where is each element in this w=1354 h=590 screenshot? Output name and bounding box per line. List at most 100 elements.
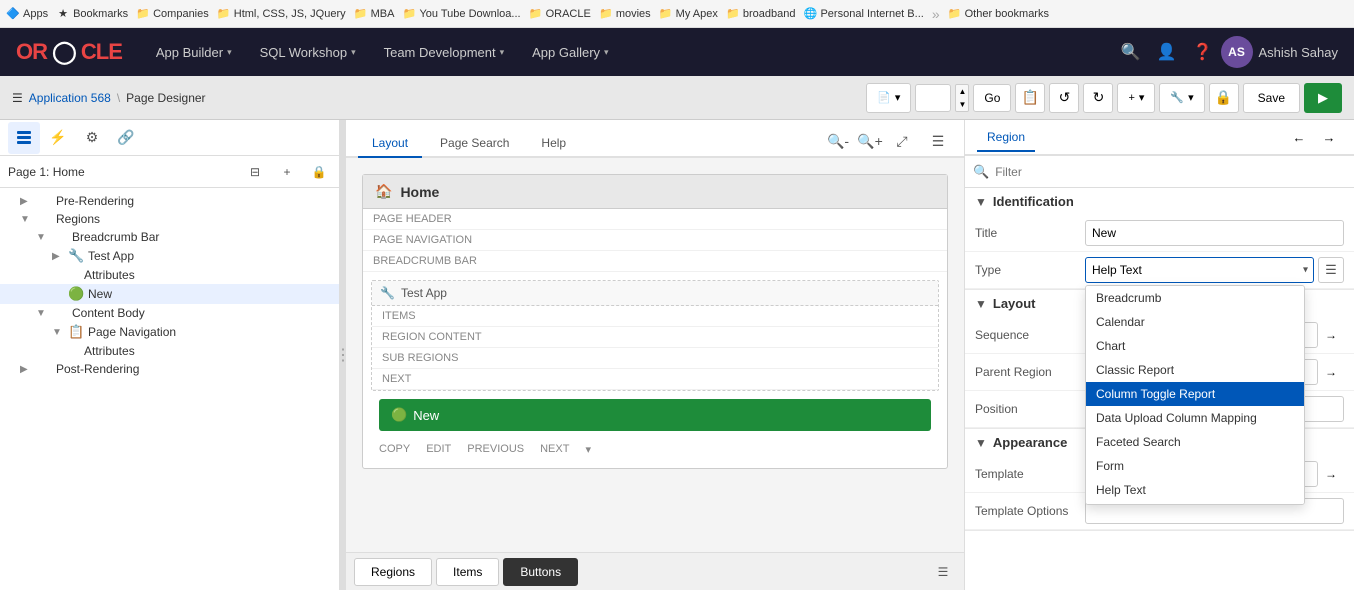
utilities-button[interactable]: 🔧 ▾ <box>1159 83 1204 113</box>
nav-app-gallery[interactable]: App Gallery ▾ <box>518 28 622 76</box>
expand-button[interactable]: ⤢ <box>888 128 916 154</box>
tab-processing[interactable]: ⚙ <box>76 122 108 154</box>
help-button[interactable]: ❓ <box>1185 34 1221 70</box>
add-item-button[interactable]: + <box>275 160 299 184</box>
more-actions[interactable]: ▾ <box>585 443 591 456</box>
tree-item-test-app[interactable]: ▶ 🔧 Test App <box>0 246 339 266</box>
app-link[interactable]: Application 568 <box>29 91 111 105</box>
component-settings-button[interactable]: 🔒 <box>307 160 331 184</box>
bookmarks-apps[interactable]: 🔷 Apps <box>6 7 48 21</box>
folder-icon: 📁 <box>659 7 673 21</box>
chevron-down-icon: ▾ <box>1139 91 1145 104</box>
tab-shared-components[interactable]: 🔗 <box>110 122 142 154</box>
bookmarks-bookmarks[interactable]: ★ Bookmarks <box>56 7 128 21</box>
dd-interactive-grid[interactable]: Interactive Grid <box>1086 502 1304 505</box>
page-number-input[interactable]: 1 <box>915 84 951 112</box>
template-options-label: Template Options <box>975 504 1085 518</box>
tab-buttons[interactable]: Buttons <box>503 558 578 586</box>
bookmarks-personal[interactable]: 🌐 Personal Internet B... <box>803 7 923 21</box>
edit-action[interactable]: EDIT <box>426 443 451 456</box>
tree-item-page-navigation[interactable]: ▼ 📋 Page Navigation <box>0 322 339 342</box>
drag-handle[interactable] <box>340 120 346 590</box>
bookmarks-mba[interactable]: 📁 MBA <box>354 7 395 21</box>
dd-data-upload[interactable]: Data Upload Column Mapping <box>1086 406 1304 430</box>
new-page-button[interactable]: 📄 ▾ <box>866 83 911 113</box>
identification-header[interactable]: ▼ Identification <box>965 188 1354 215</box>
bottom-menu-button[interactable]: ☰ <box>930 559 956 585</box>
tree-item-post-rendering[interactable]: ▶ Post-Rendering <box>0 360 339 378</box>
tree-item-attributes-1[interactable]: Attributes <box>0 266 339 284</box>
bookmarks-companies[interactable]: 📁 Companies <box>136 7 209 21</box>
tree-item-content-body[interactable]: ▼ Content Body <box>0 304 339 322</box>
back-button[interactable]: ← <box>1286 124 1312 150</box>
dd-faceted-search[interactable]: Faceted Search <box>1086 430 1304 454</box>
search-button[interactable]: 🔍 <box>1113 34 1149 70</box>
nav-team-dev[interactable]: Team Development ▾ <box>370 28 519 76</box>
lock-button[interactable]: 🔒 <box>1209 83 1239 113</box>
user-settings-button[interactable]: 👤 <box>1149 34 1185 70</box>
next-action[interactable]: NEXT <box>540 443 569 456</box>
previous-action[interactable]: PREVIOUS <box>467 443 524 456</box>
new-region-wrapper: 🟢 New COPY EDIT PREVIOUS NEXT ▾ <box>371 399 939 460</box>
home-title: Home <box>400 184 439 200</box>
dd-column-toggle[interactable]: Column Toggle Report <box>1086 382 1304 406</box>
bookmarks-broadband[interactable]: 📁 broadband <box>726 7 796 21</box>
redo-button[interactable]: ↻ <box>1083 83 1113 113</box>
bookmarks-myapex[interactable]: 📁 My Apex <box>659 7 718 21</box>
undo-button[interactable]: ↺ <box>1049 83 1079 113</box>
bottom-tabs: Regions Items Buttons ☰ <box>346 552 964 590</box>
tab-page-search[interactable]: Page Search <box>426 130 523 158</box>
template-nav-icon: → <box>1318 461 1344 487</box>
tree-item-regions[interactable]: ▼ Regions <box>0 210 339 228</box>
bookmarks-bar: 🔷 Apps ★ Bookmarks 📁 Companies 📁 Html, C… <box>0 0 1354 28</box>
nav-app-builder[interactable]: App Builder ▾ <box>142 28 246 76</box>
save-button[interactable]: Save <box>1243 83 1300 113</box>
tab-help[interactable]: Help <box>527 130 580 158</box>
copy-page-button[interactable]: 📋 <box>1015 83 1045 113</box>
tab-regions[interactable]: Regions <box>354 558 432 586</box>
dd-calendar[interactable]: Calendar <box>1086 310 1304 334</box>
dd-chart[interactable]: Chart <box>1086 334 1304 358</box>
zoom-in-button[interactable]: 🔍+ <box>856 128 884 154</box>
filter-input[interactable] <box>995 165 1346 179</box>
type-list-button[interactable]: ☰ <box>1318 257 1344 283</box>
tab-region[interactable]: Region <box>977 124 1035 152</box>
tab-rendering[interactable] <box>8 122 40 154</box>
bookmarks-html[interactable]: 📁 Html, CSS, JS, JQuery <box>217 7 346 21</box>
bookmarks-oracle[interactable]: 📁 ORACLE <box>529 7 591 21</box>
title-input[interactable] <box>1085 220 1344 246</box>
dd-help-text[interactable]: Help Text <box>1086 478 1304 502</box>
user-name[interactable]: Ashish Sahay <box>1259 45 1339 60</box>
tab-layout[interactable]: Layout <box>358 130 422 158</box>
folder-icon: 📁 <box>136 7 150 21</box>
tree-item-breadcrumb-bar[interactable]: ▼ Breadcrumb Bar <box>0 228 339 246</box>
tree-item-pre-rendering[interactable]: ▶ Pre-Rendering <box>0 192 339 210</box>
dd-classic-report[interactable]: Classic Report <box>1086 358 1304 382</box>
tree-item-attributes-2[interactable]: Attributes <box>0 342 339 360</box>
bookmarks-youtube[interactable]: 📁 You Tube Downloa... <box>402 7 520 21</box>
page-number-up[interactable]: ▲ <box>956 85 968 98</box>
collapse-all-button[interactable]: ⊟ <box>243 160 267 184</box>
zoom-out-button[interactable]: 🔍- <box>824 128 852 154</box>
tree-item-new[interactable]: 🟢 New <box>0 284 339 304</box>
tab-dynamic-actions[interactable]: ⚡ <box>42 122 74 154</box>
bookmarks-other[interactable]: 📁 Other bookmarks <box>948 7 1049 21</box>
forward-button[interactable]: → <box>1316 124 1342 150</box>
page-header-row: PAGE HEADER <box>363 209 947 230</box>
toggle-icon: ▼ <box>975 297 987 311</box>
tab-items[interactable]: Items <box>436 558 499 586</box>
oracle-logo[interactable]: OR ◯ CLE <box>16 39 122 65</box>
add-button[interactable]: + ▾ <box>1117 83 1155 113</box>
nav-sql-workshop[interactable]: SQL Workshop ▾ <box>246 28 370 76</box>
view-menu-button[interactable]: ☰ <box>924 128 952 154</box>
dd-breadcrumb[interactable]: Breadcrumb <box>1086 286 1304 310</box>
copy-action[interactable]: COPY <box>379 443 410 456</box>
dd-form[interactable]: Form <box>1086 454 1304 478</box>
type-input[interactable] <box>1085 257 1314 283</box>
go-button[interactable]: Go <box>973 84 1011 112</box>
star-icon: ★ <box>56 7 70 21</box>
bookmarks-movies[interactable]: 📁 movies <box>599 7 651 21</box>
folder-icon: 📁 <box>726 7 740 21</box>
run-button[interactable]: ▶ <box>1304 83 1342 113</box>
page-number-down[interactable]: ▼ <box>956 98 968 111</box>
